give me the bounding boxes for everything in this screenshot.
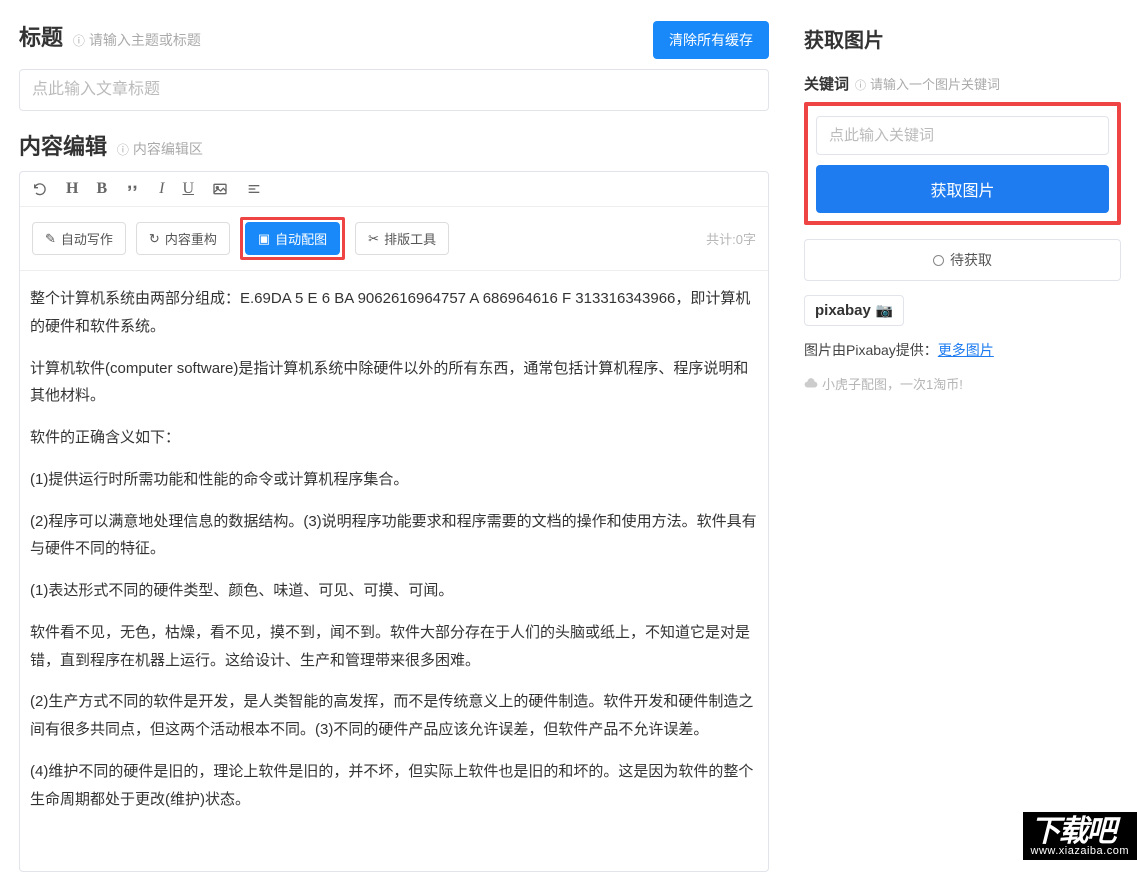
camera-icon: 📷 — [876, 302, 893, 319]
pending-button[interactable]: 待获取 — [804, 239, 1121, 281]
keyword-label: 关键词 — [804, 73, 849, 94]
sidebar-title: 获取图片 — [804, 24, 1121, 53]
highlight-auto-image: ▣自动配图 — [240, 217, 345, 260]
sidebar: 获取图片 关键词 请输入一个图片关键词 获取图片 待获取 pixabay📷 图片… — [788, 0, 1137, 860]
tool-icon: ✂ — [368, 231, 379, 247]
format-toolbar: H B I U — [20, 172, 768, 207]
circle-icon — [933, 255, 944, 266]
cloud-icon — [804, 377, 818, 391]
highlight-keyword-box: 获取图片 — [804, 102, 1121, 225]
pencil-icon: ✎ — [45, 231, 56, 247]
layout-tool-button[interactable]: ✂排版工具 — [355, 222, 449, 255]
paragraph: (2)生产方式不同的软件是开发，是人类智能的高发挥，而不是传统意义上的硬件制造。… — [30, 688, 758, 744]
editor-label: 内容编辑 — [19, 134, 107, 159]
quote-icon[interactable] — [125, 181, 141, 197]
editor: H B I U ✎自动写作 ↻内容重构 ▣自动配图 ✂排版工具 共计:0字 整个… — [19, 171, 769, 872]
provider-line: 图片由Pixabay提供：更多图片 — [804, 340, 1121, 360]
pixabay-badge: pixabay📷 — [804, 295, 904, 326]
keyword-label-row: 关键词 请输入一个图片关键词 — [804, 73, 1121, 94]
auto-image-button[interactable]: ▣自动配图 — [245, 222, 340, 255]
article-title-input[interactable] — [19, 69, 769, 111]
fetch-image-button[interactable]: 获取图片 — [816, 165, 1109, 213]
auto-write-button[interactable]: ✎自动写作 — [32, 222, 126, 255]
keyword-hint: 请输入一个图片关键词 — [855, 74, 1000, 93]
action-toolbar: ✎自动写作 ↻内容重构 ▣自动配图 ✂排版工具 共计:0字 — [20, 207, 768, 271]
title-header: 标题 请输入主题或标题 清除所有缓存 — [19, 20, 769, 59]
paragraph: 整个计算机系统由两部分组成：E.69DA 5 E 6 BA 9062616964… — [30, 285, 758, 341]
editor-header: 内容编辑 内容编辑区 — [19, 129, 769, 161]
coin-line: 小虎子配图，一次1淘币! — [804, 374, 1121, 393]
paragraph: (1)表达形式不同的硬件类型、颜色、味道、可见、可摸、可闻。 — [30, 577, 758, 605]
italic-icon[interactable]: I — [159, 180, 164, 198]
restructure-button[interactable]: ↻内容重构 — [136, 222, 230, 255]
more-images-link[interactable]: 更多图片 — [938, 342, 994, 358]
editor-body[interactable]: 整个计算机系统由两部分组成：E.69DA 5 E 6 BA 9062616964… — [20, 271, 768, 871]
heading-icon[interactable]: H — [66, 180, 78, 198]
paragraph: (2)程序可以满意地处理信息的数据结构。(3)说明程序功能要求和程序需要的文档的… — [30, 508, 758, 564]
paragraph: (1)提供运行时所需功能和性能的命令或计算机程序集合。 — [30, 466, 758, 494]
title-hint: 请输入主题或标题 — [73, 32, 201, 48]
picture-icon: ▣ — [258, 231, 270, 247]
paragraph: 软件看不见，无色，枯燥，看不见，摸不到，闻不到。软件大部分存在于人们的头脑或纸上… — [30, 619, 758, 675]
image-icon[interactable] — [212, 181, 228, 197]
align-icon[interactable] — [246, 181, 262, 197]
editor-hint: 内容编辑区 — [117, 141, 203, 157]
paragraph: 软件的正确含义如下： — [30, 424, 758, 452]
paragraph: 计算机软件(computer software)是指计算机系统中除硬件以外的所有… — [30, 355, 758, 411]
paragraph: (4)维护不同的硬件是旧的，理论上软件是旧的，并不坏，但实际上软件也是旧的和坏的… — [30, 758, 758, 814]
main-panel: 标题 请输入主题或标题 清除所有缓存 内容编辑 内容编辑区 H B I U — [0, 0, 788, 860]
watermark: 下载吧 www.xiazaiba.com — [1023, 812, 1137, 860]
keyword-input[interactable] — [816, 116, 1109, 155]
title-label: 标题 — [19, 25, 63, 50]
word-count: 共计:0字 — [706, 229, 756, 248]
bold-icon[interactable]: B — [96, 180, 107, 198]
refresh-icon: ↻ — [149, 231, 160, 247]
undo-icon[interactable] — [32, 181, 48, 197]
underline-icon[interactable]: U — [182, 180, 194, 198]
clear-cache-button[interactable]: 清除所有缓存 — [653, 21, 769, 59]
